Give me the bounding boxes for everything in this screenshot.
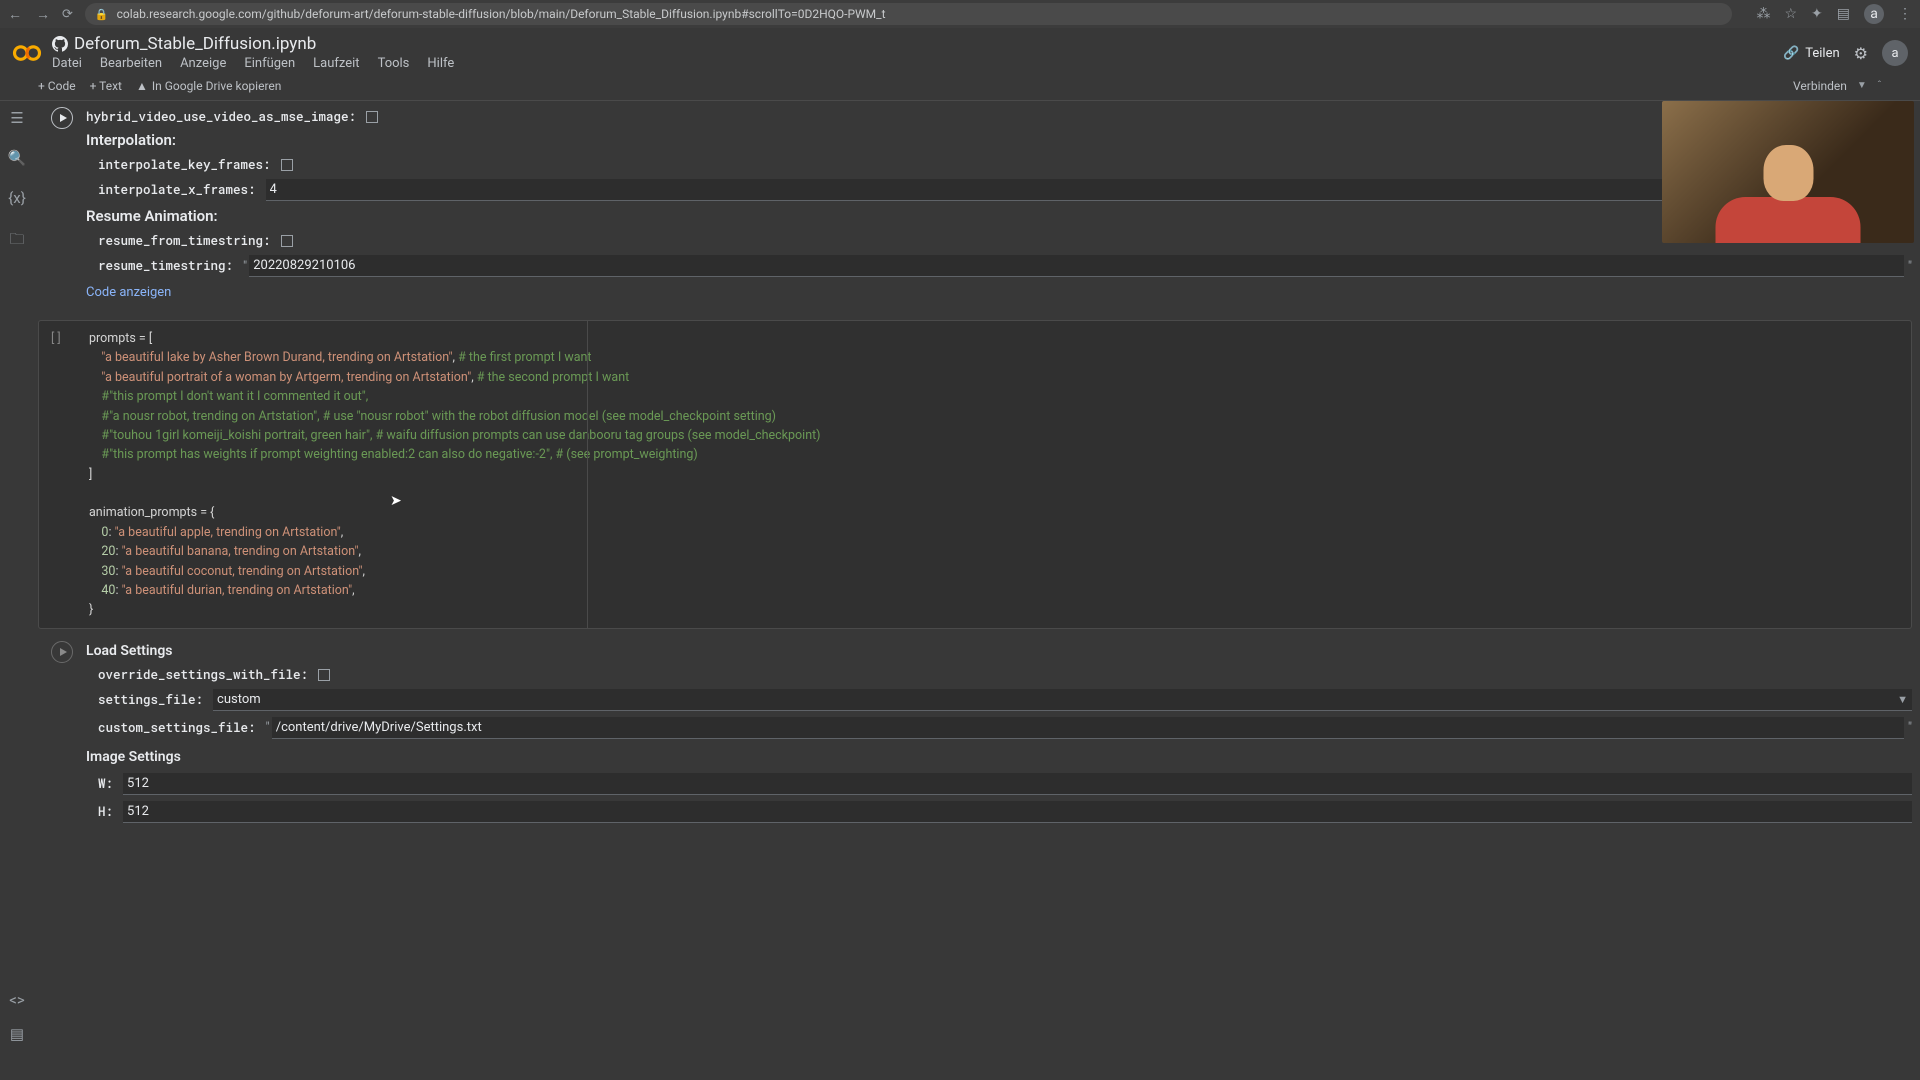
url-bar[interactable]: 🔒 colab.research.google.com/github/defor… (85, 3, 1733, 25)
variables-icon[interactable]: {x} (8, 189, 26, 207)
menu-icon[interactable]: ⋮ (1898, 6, 1912, 22)
cell-execution-indicator[interactable]: [ ] (51, 329, 61, 348)
profile-avatar[interactable]: a (1864, 4, 1884, 24)
folder-icon[interactable]: 🗀 (9, 229, 24, 254)
gear-icon[interactable]: ⚙ (1854, 44, 1868, 63)
custom-settings-file-input[interactable] (272, 717, 1904, 739)
forward-icon[interactable]: → (36, 6, 50, 23)
terminal-icon[interactable]: ▤ (10, 1025, 24, 1043)
notebook-title[interactable]: Deforum_Stable_Diffusion.ipynb (74, 34, 316, 54)
menu-einfuegen[interactable]: Einfügen (244, 56, 295, 71)
resume-timestring-input[interactable] (249, 255, 1904, 277)
share-icon: 🔗 (1783, 46, 1799, 61)
w-label: W: (98, 776, 113, 792)
add-code-button[interactable]: + Code (38, 79, 76, 93)
hybrid-video-label: hybrid_video_use_video_as_mse_image: (86, 109, 356, 125)
menu-anzeige[interactable]: Anzeige (180, 56, 226, 71)
prompts-code-cell[interactable]: [ ] prompts = [ "a beautiful lake by Ash… (38, 320, 1912, 629)
run-button[interactable] (51, 107, 73, 129)
nav-arrows: ← → (8, 6, 50, 23)
code-content[interactable]: prompts = [ "a beautiful lake by Asher B… (89, 329, 1899, 620)
user-avatar[interactable]: a (1882, 40, 1908, 66)
sidebar: ☰ 🔍 {x} 🗀 <> ▤ (0, 101, 34, 1053)
menu-datei[interactable]: Datei (52, 56, 82, 71)
notebook-content[interactable]: hybrid_video_use_video_as_mse_image: Int… (34, 101, 1920, 1053)
settings-file-value: custom (217, 692, 1897, 707)
search-icon[interactable]: 🔍 (8, 149, 27, 167)
browser-toolbar: ← → ⟳ 🔒 colab.research.google.com/github… (0, 0, 1920, 28)
interpolate-x-frames-label: interpolate_x_frames: (98, 182, 256, 198)
translate-icon[interactable]: ⁂ (1756, 6, 1770, 22)
drive-icon: ▲ (136, 79, 148, 93)
code-ruler (587, 321, 588, 628)
side-panel-icon[interactable]: ▤ (1837, 6, 1850, 22)
menu-bar: Datei Bearbeiten Anzeige Einfügen Laufze… (52, 56, 1783, 71)
chevron-down-icon: ▼ (1897, 693, 1908, 706)
colab-logo-icon (12, 38, 42, 68)
snippets-icon[interactable]: <> (9, 991, 24, 1009)
custom-settings-file-label: custom_settings_file: (98, 720, 256, 736)
load-settings-heading: Load Settings (86, 643, 1912, 659)
interpolate-key-frames-checkbox[interactable] (281, 159, 293, 171)
connect-chevron-icon[interactable]: ▼ (1857, 80, 1867, 91)
settings-file-select[interactable]: custom ▼ (213, 689, 1912, 711)
bookmark-icon[interactable]: ☆ (1784, 6, 1797, 22)
interpolate-key-frames-label: interpolate_key_frames: (98, 157, 271, 173)
h-label: H: (98, 804, 113, 820)
code-anzeigen-link[interactable]: Code anzeigen (86, 285, 1912, 300)
toc-icon[interactable]: ☰ (10, 109, 23, 127)
webcam-overlay (1662, 101, 1914, 243)
lock-icon: 🔒 (95, 8, 109, 21)
image-settings-heading: Image Settings (86, 749, 1912, 765)
add-text-button[interactable]: + Text (90, 79, 122, 93)
extensions-icon[interactable]: ✦ (1811, 6, 1823, 22)
resume-from-timestring-label: resume_from_timestring: (98, 233, 271, 249)
browser-actions: ⁂ ☆ ✦ ▤ a ⋮ (1756, 4, 1912, 24)
w-input[interactable] (123, 773, 1912, 795)
reload-icon[interactable]: ⟳ (62, 7, 73, 22)
toolbar: + Code + Text ▲ In Google Drive kopieren… (0, 71, 1920, 101)
copy-drive-label: In Google Drive kopieren (152, 79, 282, 93)
quote-open: " (266, 720, 270, 735)
chevron-up-icon[interactable]: ˆ (1877, 79, 1882, 92)
form-cell-animation: hybrid_video_use_video_as_mse_image: Int… (38, 101, 1912, 312)
interpolation-heading: Interpolation: (86, 131, 1912, 149)
copy-drive-button[interactable]: ▲ In Google Drive kopieren (136, 79, 281, 93)
resume-heading: Resume Animation: (86, 207, 1912, 225)
back-icon[interactable]: ← (8, 6, 22, 23)
quote-open: " (243, 259, 247, 274)
resume-from-timestring-checkbox[interactable] (281, 235, 293, 247)
quote-close: " (1908, 259, 1912, 274)
settings-file-label: settings_file: (98, 692, 203, 708)
hybrid-video-checkbox[interactable] (366, 111, 378, 123)
quote-close: " (1908, 720, 1912, 735)
menu-tools[interactable]: Tools (378, 56, 410, 71)
connect-button[interactable]: Verbinden (1793, 79, 1847, 93)
override-settings-checkbox[interactable] (318, 669, 330, 681)
colab-header: Deforum_Stable_Diffusion.ipynb Datei Bea… (0, 28, 1920, 71)
override-settings-label: override_settings_with_file: (98, 667, 308, 683)
h-input[interactable] (123, 801, 1912, 823)
share-label: Teilen (1805, 46, 1839, 61)
share-button[interactable]: 🔗 Teilen (1783, 46, 1840, 61)
menu-bearbeiten[interactable]: Bearbeiten (100, 56, 162, 71)
resume-timestring-label: resume_timestring: (98, 258, 233, 274)
menu-hilfe[interactable]: Hilfe (427, 56, 454, 71)
run-button[interactable] (51, 641, 73, 663)
github-icon (52, 36, 68, 52)
form-cell-load-settings: Load Settings override_settings_with_fil… (38, 639, 1912, 831)
menu-laufzeit[interactable]: Laufzeit (313, 56, 359, 71)
url-text: colab.research.google.com/github/deforum… (117, 7, 886, 21)
